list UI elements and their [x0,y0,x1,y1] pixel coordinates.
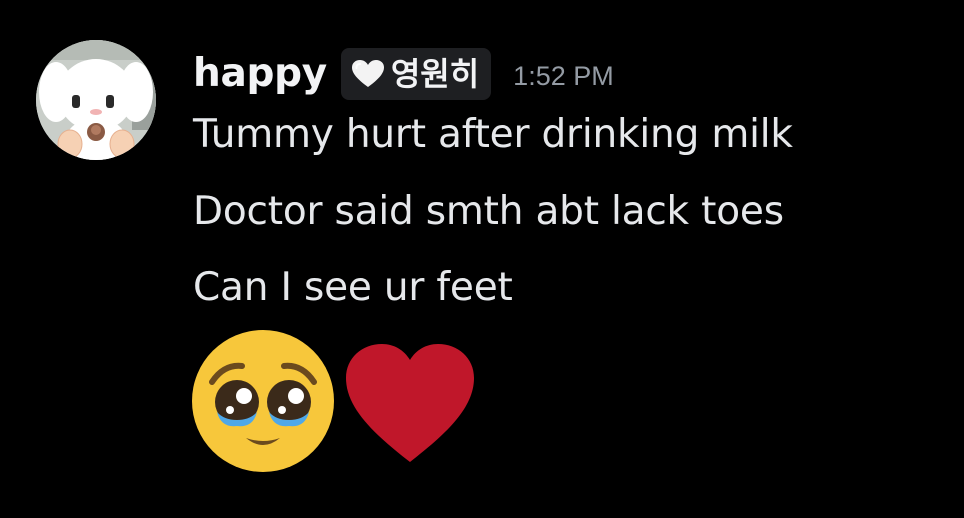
chat-message: happy 영원히 1:52 PM Tummy hurt after drink… [0,0,964,518]
pleading-face-emoji[interactable] [190,328,336,474]
message-line: Doctor said smth abt lack toes [193,189,784,234]
role-tag-label: 영원히 [390,55,480,93]
message-timestamp[interactable]: 1:52 PM [513,44,614,104]
message-line: Tummy hurt after drinking milk [193,112,793,157]
message-header: happy 영원히 1:52 PM [193,46,614,102]
emoji-row [190,328,476,474]
message-line: Can I see ur feet [193,265,513,310]
bunny-avatar-icon [36,40,156,160]
white-heart-icon [351,60,384,87]
role-tag[interactable]: 영원히 [340,48,492,100]
red-heart-emoji[interactable] [344,342,476,466]
username[interactable]: happy [193,46,327,102]
user-avatar[interactable] [36,40,156,160]
